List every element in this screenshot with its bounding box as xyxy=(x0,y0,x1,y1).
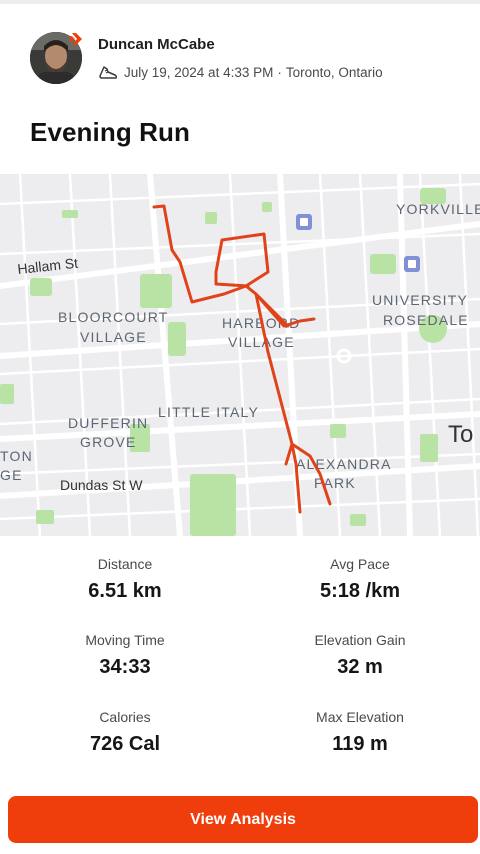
top-divider xyxy=(0,0,480,4)
stat-max-elevation: Max Elevation 119 m xyxy=(260,709,460,756)
running-shoe-icon xyxy=(99,66,118,79)
stat-value: 5:18 /km xyxy=(319,580,401,602)
map-label-dufferin: DUFFERIN xyxy=(68,415,148,431)
stat-elevation-gain: Elevation Gain 32 m xyxy=(260,632,460,679)
activity-header: Duncan McCabe July 19, 2024 at 4:33 PM ·… xyxy=(30,30,450,86)
stat-label: Max Elevation xyxy=(316,709,404,725)
stat-label: Distance xyxy=(97,556,153,572)
stat-distance: Distance 6.51 km xyxy=(25,556,225,603)
stat-value: 726 Cal xyxy=(89,733,161,755)
route-map[interactable]: YORKVILLE Hallam St BLOORCOURT VILLAGE H… xyxy=(0,174,480,536)
map-label-bloorcourt: BLOORCOURT xyxy=(58,309,169,325)
stat-label: Avg Pace xyxy=(330,556,390,572)
map-label-yorkville: YORKVILLE xyxy=(396,201,480,217)
map-label-rosedale: ROSEDALE xyxy=(383,312,469,328)
stat-avg-pace: Avg Pace 5:18 /km xyxy=(260,556,460,603)
stat-label: Elevation Gain xyxy=(314,632,406,648)
view-analysis-button[interactable]: View Analysis xyxy=(8,796,478,843)
map-label-bloorcourt-2: VILLAGE xyxy=(80,329,147,345)
map-label-ge: GE xyxy=(0,467,23,483)
stat-value: 34:33 xyxy=(99,656,151,678)
map-label-little-italy: LITTLE ITALY xyxy=(158,404,259,420)
meta-separator: · xyxy=(277,64,282,80)
activity-location: Toronto, Ontario xyxy=(285,64,383,80)
map-label-harbord-2: VILLAGE xyxy=(228,334,295,350)
map-label-dundas: Dundas St W xyxy=(60,477,143,493)
map-label-ton: TON xyxy=(0,448,33,464)
map-label-dufferin-2: GROVE xyxy=(80,434,137,450)
activity-date: July 19, 2024 at 4:33 PM xyxy=(124,64,274,80)
stat-moving-time: Moving Time 34:33 xyxy=(25,632,225,679)
activity-title: Evening Run xyxy=(30,117,190,147)
stat-label: Calories xyxy=(99,709,151,725)
stat-value: 32 m xyxy=(337,656,383,678)
map-label-to: To xyxy=(448,421,473,448)
stat-label: Moving Time xyxy=(85,632,165,648)
activity-meta: July 19, 2024 at 4:33 PM · Toronto, Onta… xyxy=(98,62,383,82)
stat-value: 119 m xyxy=(332,733,388,755)
map-label-university: UNIVERSITY xyxy=(372,292,468,308)
athlete-name[interactable]: Duncan McCabe xyxy=(98,36,215,53)
stat-value: 6.51 km xyxy=(88,580,162,602)
strava-chevron-icon xyxy=(66,30,84,48)
stat-calories: Calories 726 Cal xyxy=(25,709,225,756)
